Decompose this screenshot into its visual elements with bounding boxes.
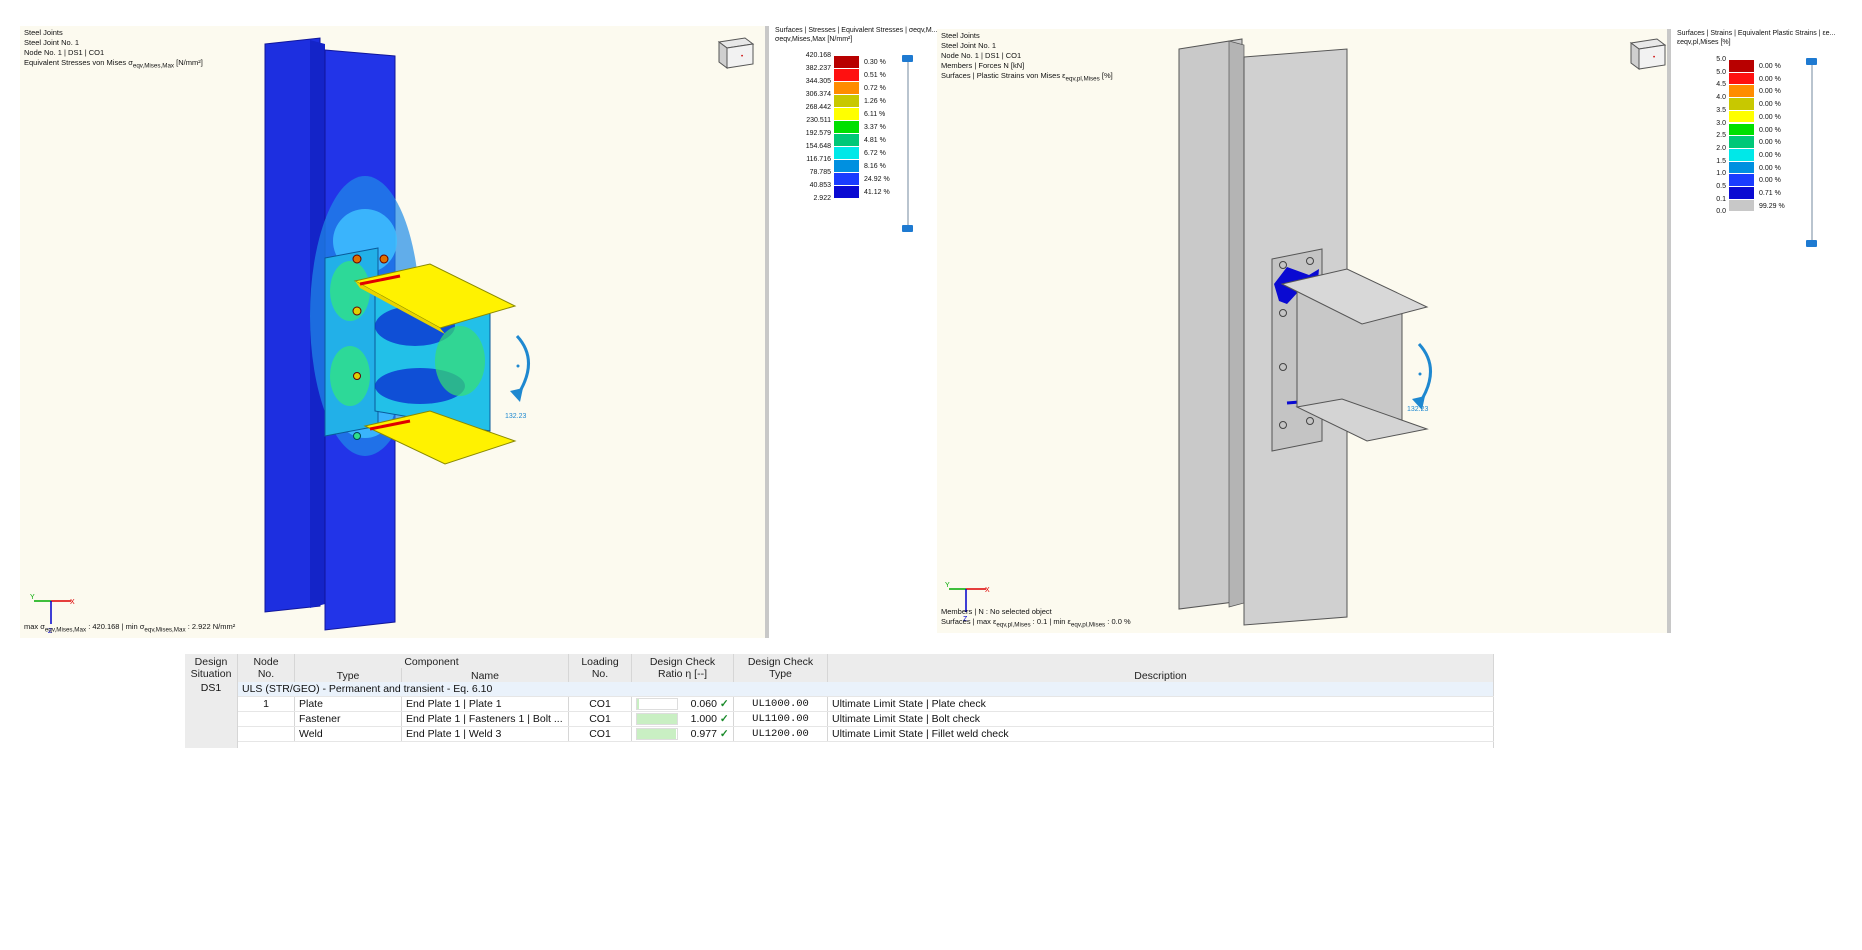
design-check-table: Design Situation Node No. Component Loadin…	[185, 654, 1494, 748]
name-cell: End Plate 1 | Fasteners 1 | Bolt ...	[401, 711, 569, 727]
type-cell: Weld	[294, 726, 402, 742]
table-group-row[interactable]: DS1 ULS (STR/GEO) - Permanent and transi…	[185, 682, 1494, 748]
col-header-type[interactable]: Type	[294, 668, 402, 682]
legend-swatch	[1729, 187, 1754, 199]
col-header-loading-no[interactable]: Loading No.	[568, 654, 632, 682]
legend-swatch	[834, 121, 859, 133]
legend-swatch	[1729, 148, 1754, 161]
viewport-footer: Members | N : No selected object Surface…	[941, 606, 1131, 629]
svg-text:•: •	[1653, 55, 1655, 61]
legend-title: Surfaces | Stresses | Equivalent Stresse…	[775, 27, 938, 43]
slider-min-handle[interactable]	[902, 225, 913, 232]
table-row[interactable]: Fastener End Plate 1 | Fasteners 1 | Bol…	[185, 711, 1494, 727]
description-cell: Ultimate Limit State | Fillet weld check	[827, 726, 1494, 742]
stress-joint-model: 132.23	[264, 37, 530, 631]
col-header-component: Component	[294, 654, 569, 668]
ratio-bar	[636, 698, 678, 711]
strain-viewport[interactable]: Steel Joints Steel Joint No. 1 Node No. …	[937, 29, 1667, 633]
table-row	[185, 741, 1494, 748]
legend-swatch	[834, 108, 859, 120]
moment-label: 132.23	[1407, 406, 1429, 413]
moment-label: 132.23	[505, 413, 527, 420]
type-cell: Plate	[294, 696, 402, 712]
col-header-design-situation[interactable]: Design Situation	[185, 654, 238, 682]
legend-swatch	[1729, 60, 1754, 72]
legend-swatch	[1729, 161, 1754, 174]
legend-swatch	[834, 95, 859, 107]
svg-text:Y: Y	[945, 582, 950, 589]
legend-value: 0.0	[1716, 208, 1726, 216]
design-situation-cell: DS1	[185, 682, 238, 748]
legend-swatch	[1729, 174, 1754, 186]
legend-swatch	[834, 160, 859, 172]
col-header-check-type[interactable]: Design Check Type	[733, 654, 828, 682]
table-row[interactable]: 1 Plate End Plate 1 | Plate 1 CO1 0.060 ✓…	[185, 696, 1494, 712]
node-cell: 1	[237, 696, 295, 712]
view-cube-icon[interactable]: •	[715, 34, 755, 70]
check-icon: ✓	[719, 712, 729, 725]
ratio-bar	[636, 713, 678, 726]
name-cell: End Plate 1 | Weld 3	[401, 726, 569, 742]
loading-cell: CO1	[568, 711, 632, 727]
col-header-node-no[interactable]: Node No.	[237, 654, 295, 682]
legend-swatch	[834, 173, 859, 185]
col-header-name[interactable]: Name	[401, 668, 569, 682]
node-cell	[237, 711, 295, 727]
check-type-cell: UL1000.00	[733, 696, 828, 712]
legend-range-slider[interactable]	[1811, 59, 1813, 247]
stress-viewport[interactable]: Steel Joints Steel Joint No. 1 Node No. …	[20, 26, 765, 638]
legend-swatch	[1729, 85, 1754, 98]
type-cell: Fastener	[294, 711, 402, 727]
description-cell: Ultimate Limit State | Bolt check	[827, 711, 1494, 727]
legend-swatch	[1729, 123, 1754, 136]
strain-legend-panel: Surfaces | Strains | Equivalent Plastic …	[1667, 29, 1862, 633]
slider-max-handle[interactable]	[902, 55, 913, 62]
legend-swatch	[1729, 199, 1754, 212]
strain-joint-model: 132.23	[1178, 38, 1432, 626]
check-type-cell: UL1100.00	[733, 711, 828, 727]
legend-swatch	[1729, 136, 1754, 148]
svg-text:Y: Y	[30, 594, 35, 601]
svg-text:X: X	[70, 599, 75, 606]
svg-text:X: X	[985, 587, 990, 594]
loading-cell: CO1	[568, 696, 632, 712]
check-icon: ✓	[719, 727, 729, 740]
col-header-description[interactable]: Description	[827, 654, 1494, 682]
slider-min-handle[interactable]	[1806, 240, 1817, 247]
legend-value: 2.922	[813, 195, 831, 202]
legend-swatch	[1729, 72, 1754, 85]
ratio-cell: 0.060 ✓	[631, 696, 734, 712]
legend-swatch	[834, 186, 859, 198]
legend-swatch	[834, 134, 859, 146]
svg-text:•: •	[741, 54, 743, 60]
legend-swatch	[834, 147, 859, 159]
col-header-ratio[interactable]: Design Check Ratio η [--]	[631, 654, 734, 682]
stress-legend-panel: Surfaces | Stresses | Equivalent Stresse…	[765, 26, 941, 638]
name-cell: End Plate 1 | Plate 1	[401, 696, 569, 712]
legend-percent: 99.29 %	[1759, 202, 1785, 210]
table-row[interactable]: Weld End Plate 1 | Weld 3 CO1 0.977 ✓ UL1…	[185, 726, 1494, 742]
ratio-bar	[636, 728, 678, 741]
loading-cell: CO1	[568, 726, 632, 742]
legend-percent: 41.12 %	[864, 189, 890, 196]
legend-swatch	[834, 69, 859, 81]
legend-swatch	[834, 56, 859, 68]
legend-title: Surfaces | Strains | Equivalent Plastic …	[1677, 30, 1836, 46]
check-type-cell: UL1200.00	[733, 726, 828, 742]
ratio-cell: 0.977 ✓	[631, 726, 734, 742]
legend-swatch	[1729, 98, 1754, 110]
check-icon: ✓	[719, 697, 729, 710]
slider-max-handle[interactable]	[1806, 58, 1817, 65]
legend-range-slider[interactable]	[907, 58, 909, 230]
view-cube-icon[interactable]: •	[1627, 35, 1667, 71]
node-cell	[237, 726, 295, 742]
legend-swatch	[834, 82, 859, 94]
viewport-footer: max σeqv,Mises,Max : 420.168 | min σeqv,…	[24, 621, 236, 634]
ratio-cell: 1.000 ✓	[631, 711, 734, 727]
legend-swatch	[1729, 110, 1754, 123]
description-cell: Ultimate Limit State | Plate check	[827, 696, 1494, 712]
group-label: ULS (STR/GEO) - Permanent and transient …	[237, 682, 1494, 697]
